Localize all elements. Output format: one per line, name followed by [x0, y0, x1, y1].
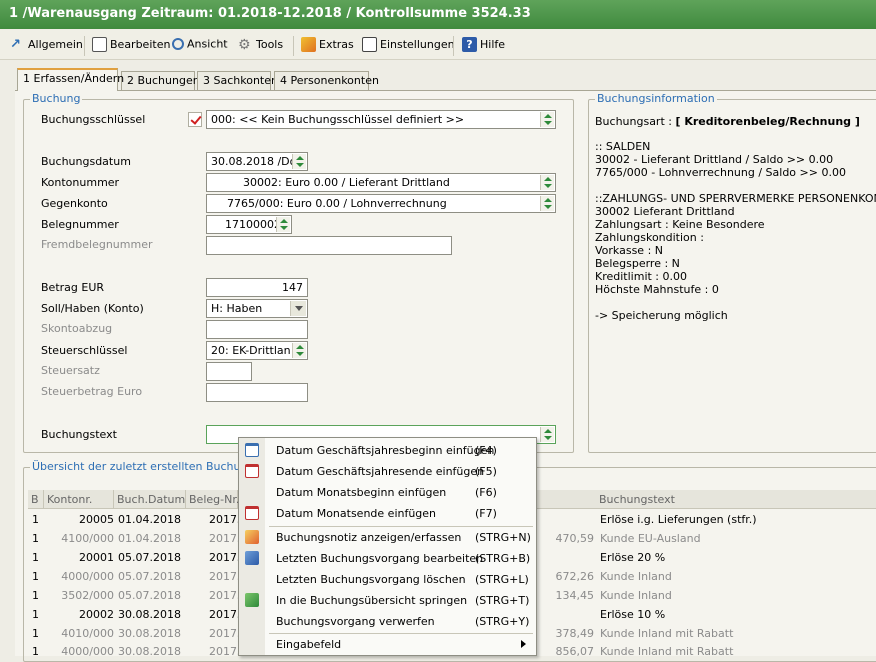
- spinner-icon[interactable]: [276, 217, 290, 232]
- menu-bar: ↗ Allgemein Bearbeiten Ansicht ⚙ Tools Ext…: [0, 30, 876, 60]
- buchungsart-line: Buchungsart : [ Kreditorenbeleg/Rechnung…: [595, 115, 860, 128]
- gegenkonto-field[interactable]: 7765/000: Euro 0.00 / Lohnverrechnung: [206, 194, 556, 213]
- col-header-buchungstext[interactable]: Buchungstext: [596, 490, 876, 509]
- fremdbelegnummer-label: Fremdbelegnummer: [41, 238, 153, 251]
- col-header-buchdatum[interactable]: Buch.Datum: [114, 490, 186, 509]
- extras-icon: [301, 37, 316, 52]
- menu-separator: [453, 36, 454, 56]
- kontonummer-label: Kontonummer: [41, 176, 120, 189]
- spinner-icon[interactable]: [292, 154, 306, 169]
- spinner-icon[interactable]: [292, 343, 306, 358]
- overview-group-title: Übersicht der zuletzt erstellten Buchung…: [30, 460, 271, 473]
- buchung-group-title: Buchung: [30, 92, 83, 105]
- info-line: Kreditlimit : 0.00: [595, 270, 688, 283]
- skontoabzug-label: Skontoabzug: [41, 322, 113, 335]
- document-icon: [92, 37, 107, 52]
- edit-icon: [245, 551, 259, 565]
- ctx-item-monatsende[interactable]: Datum Monatsende einfügen (F7): [239, 503, 536, 524]
- spinner-icon[interactable]: [540, 427, 554, 442]
- chevron-down-icon[interactable]: [290, 301, 306, 316]
- info-line: 30002 - Lieferant Drittland / Saldo >> 0…: [595, 153, 834, 166]
- info-content: Buchungsart : [ Kreditorenbeleg/Rechnung…: [591, 104, 876, 454]
- col-header-kontonr[interactable]: Kontonr.: [44, 490, 114, 509]
- ctx-item-notiz[interactable]: Buchungsnotiz anzeigen/erfassen (STRG+N): [239, 527, 536, 548]
- menu-separator: [293, 36, 294, 56]
- steuerbetrag-label: Steuerbetrag Euro: [41, 385, 143, 398]
- info-line: Zahlungskondition :: [595, 231, 704, 244]
- belegnummer-label: Belegnummer: [41, 218, 119, 231]
- ctx-item-monatsbeginn[interactable]: Datum Monatsbeginn einfügen (F6): [239, 482, 536, 503]
- betrag-label: Betrag EUR: [41, 281, 105, 294]
- ctx-item-springen[interactable]: In die Buchungsübersicht springen (STRG+…: [239, 590, 536, 611]
- gears-icon: ⚙: [238, 37, 251, 53]
- menu-tools[interactable]: ⚙ Tools: [238, 37, 283, 55]
- info-line: :: SALDEN: [595, 140, 651, 153]
- menu-bearbeiten[interactable]: Bearbeiten: [92, 37, 170, 55]
- tab-personenkonten[interactable]: 4 Personenkonten: [274, 71, 379, 90]
- belegnummer-field[interactable]: 17100002: [206, 215, 292, 234]
- info-line: ::ZAHLUNGS- UND SPERRVERMERKE PERSONENKO…: [595, 192, 876, 205]
- chevron-right-icon: [521, 640, 526, 648]
- kontonummer-field[interactable]: 30002: Euro 0.00 / Lieferant Drittland: [206, 173, 556, 192]
- context-menu: Datum Geschäftsjahresbeginn einfügen (F4…: [238, 437, 537, 656]
- menu-allgemein[interactable]: ↗ Allgemein: [10, 37, 83, 55]
- spinner-icon[interactable]: [540, 112, 554, 127]
- note-icon: [245, 530, 259, 544]
- info-line: 30002 Lieferant Drittland: [595, 205, 735, 218]
- steuerbetrag-field[interactable]: [206, 383, 308, 402]
- calendar-end-icon: [245, 464, 259, 478]
- help-icon: ?: [462, 37, 477, 52]
- ctx-item-bearbeiten[interactable]: Letzten Buchungsvorgang bearbeiten (STRG…: [239, 548, 536, 569]
- menu-ansicht[interactable]: Ansicht: [172, 37, 228, 55]
- ctx-item-eingabefeld[interactable]: Eingabefeld: [239, 634, 536, 655]
- buchungsschluessel-field[interactable]: 000: << Kein Buchungsschlüssel definiert…: [206, 110, 556, 129]
- betrag-field[interactable]: 147: [206, 278, 308, 297]
- calendar-month-end-icon: [245, 506, 259, 520]
- buchungsdatum-label: Buchungsdatum: [41, 155, 131, 168]
- spinner-icon[interactable]: [540, 196, 554, 211]
- ctx-item-verwerfen[interactable]: Buchungsvorgang verwerfen (STRG+Y): [239, 611, 536, 632]
- magnifier-icon: [172, 38, 184, 50]
- info-line: -> Speicherung möglich: [595, 309, 728, 322]
- steuersatz-label: Steuersatz: [41, 364, 100, 377]
- buchungsschluessel-label: Buchungsschlüssel: [41, 113, 146, 126]
- window-title: 1 /Warenausgang Zeitraum: 01.2018-12.201…: [0, 0, 876, 29]
- info-line: 7765/000 - Lohnverrechnung / Saldo >> 0.…: [595, 166, 846, 179]
- spinner-icon[interactable]: [540, 175, 554, 190]
- fremdbelegnummer-field[interactable]: [206, 236, 452, 255]
- menu-extras[interactable]: Extras: [301, 37, 354, 55]
- arrow-icon: ↗: [10, 37, 21, 52]
- menu-hilfe[interactable]: ? Hilfe: [462, 37, 505, 55]
- buchungsschluessel-check-icon[interactable]: [188, 112, 202, 127]
- ctx-item-gj-beginn[interactable]: Datum Geschäftsjahresbeginn einfügen (F4…: [239, 440, 536, 461]
- info-line: Zahlungsart : Keine Besondere: [595, 218, 765, 231]
- gegenkonto-label: Gegenkonto: [41, 197, 108, 210]
- sollhaben-select[interactable]: H: Haben: [206, 299, 308, 318]
- steuerschluessel-label: Steuerschlüssel: [41, 344, 128, 357]
- sollhaben-label: Soll/Haben (Konto): [41, 302, 144, 315]
- steuersatz-field[interactable]: [206, 362, 252, 381]
- col-header-b[interactable]: B: [28, 490, 44, 509]
- settings-icon: [362, 37, 377, 52]
- buchungstext-label: Buchungstext: [41, 428, 117, 441]
- tab-erfassen[interactable]: 1 Erfassen/Ändern: [17, 68, 124, 91]
- tab-buchungen[interactable]: 2 Buchungen: [121, 71, 200, 90]
- calendar-start-icon: [245, 443, 259, 457]
- jump-icon: [245, 593, 259, 607]
- col-header-belegnr[interactable]: Beleg-Nr.: [186, 490, 239, 509]
- steuerschluessel-field[interactable]: 20: EK-Drittlan: [206, 341, 308, 360]
- buchungsdatum-field[interactable]: 30.08.2018 /Do: [206, 152, 308, 171]
- tab-sachkonten[interactable]: 3 Sachkonten: [197, 71, 278, 90]
- menu-einstellungen[interactable]: Einstellungen: [362, 37, 455, 55]
- menu-separator: [84, 36, 85, 56]
- info-line: Vorkasse : N: [595, 244, 663, 257]
- info-line: Höchste Mahnstufe : 0: [595, 283, 719, 296]
- ctx-item-gj-ende[interactable]: Datum Geschäftsjahresende einfügen (F5): [239, 461, 536, 482]
- skontoabzug-field[interactable]: [206, 320, 308, 339]
- info-line: Belegsperre : N: [595, 257, 680, 270]
- ctx-item-loeschen[interactable]: Letzten Buchungsvorgang löschen (STRG+L): [239, 569, 536, 590]
